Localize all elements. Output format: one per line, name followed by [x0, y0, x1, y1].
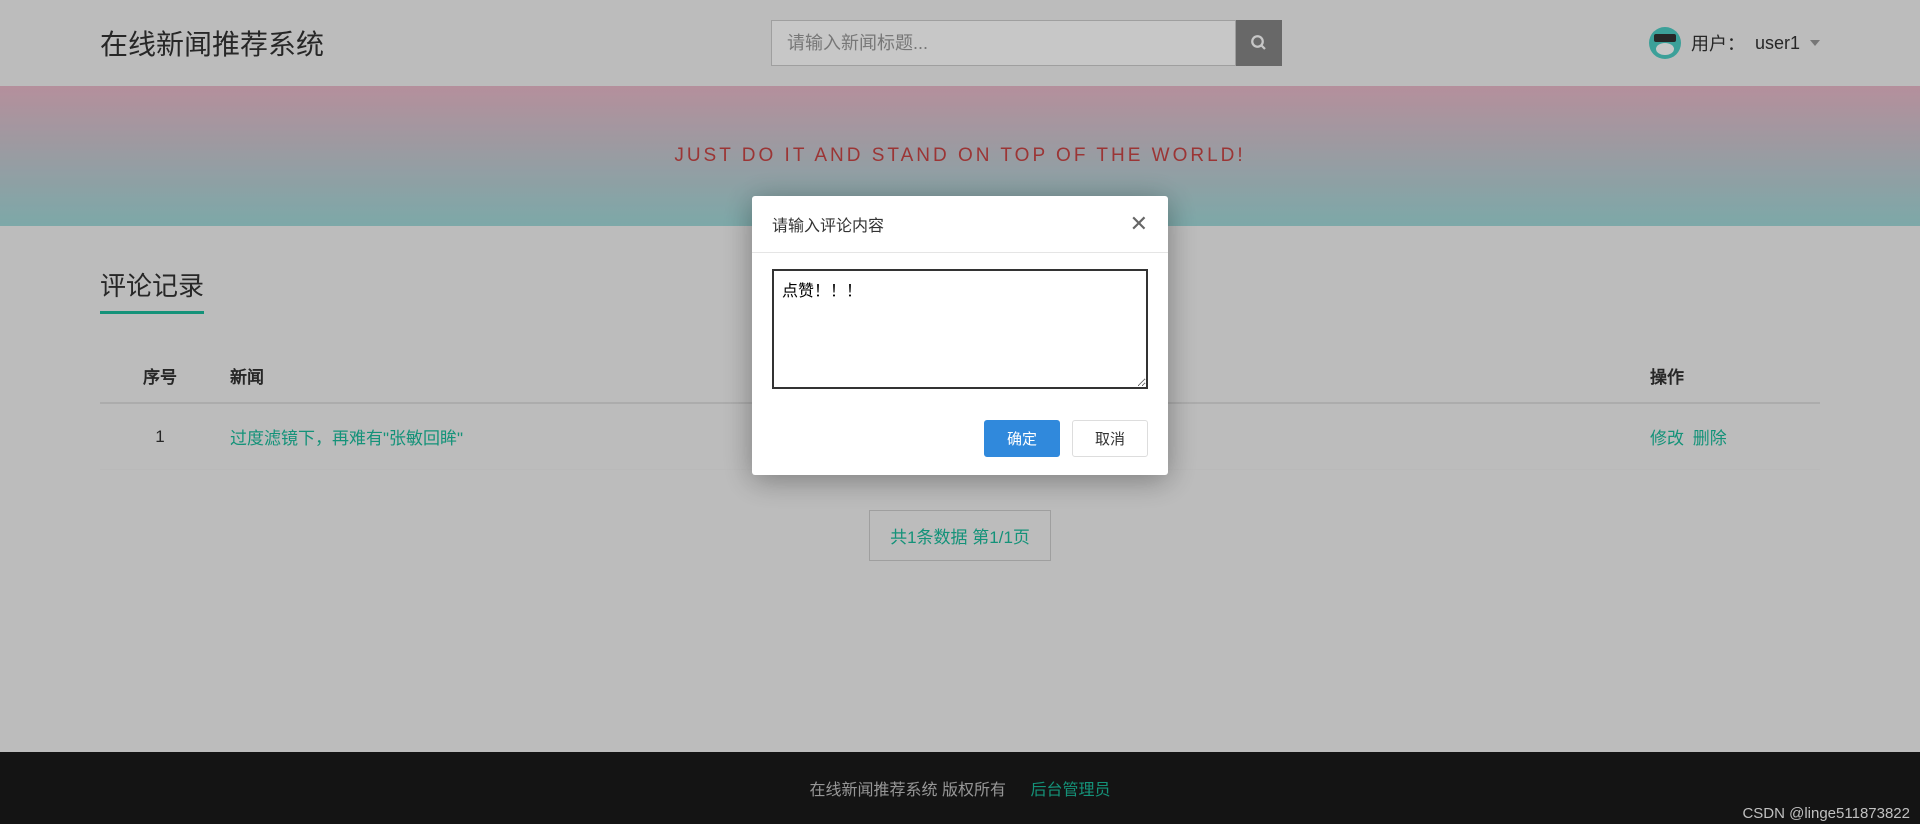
modal-body: [752, 253, 1168, 410]
cancel-button[interactable]: 取消: [1072, 420, 1148, 457]
watermark: CSDN @linge511873822: [1742, 805, 1910, 822]
comment-textarea[interactable]: [772, 269, 1148, 389]
confirm-button[interactable]: 确定: [984, 420, 1060, 457]
close-button[interactable]: ✕: [1130, 213, 1148, 235]
comment-modal: 请输入评论内容 ✕ 确定 取消: [752, 196, 1168, 475]
modal-header: 请输入评论内容 ✕: [752, 196, 1168, 253]
close-icon: ✕: [1130, 211, 1148, 236]
modal-title: 请输入评论内容: [772, 212, 884, 236]
modal-footer: 确定 取消: [752, 410, 1168, 475]
